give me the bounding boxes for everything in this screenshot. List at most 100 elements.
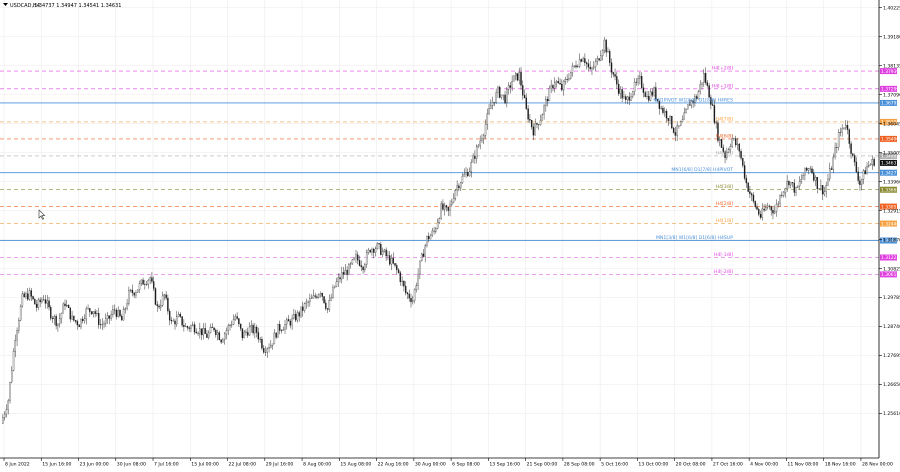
candle-body xyxy=(402,281,403,282)
level-label: MN1PIVOT W1[8/8] D1[8/8] H4RES xyxy=(653,97,733,103)
candle-body xyxy=(249,327,250,335)
candle-body xyxy=(520,72,521,85)
candle-body xyxy=(371,249,372,252)
chart-background xyxy=(0,0,900,468)
chart-svg[interactable]: H4[+2/8]1.37939H4[+1/8]1.37299MN1PIVOT W… xyxy=(0,0,900,468)
candle-body xyxy=(396,265,397,269)
candle-body xyxy=(107,316,108,319)
x-tick-label: 6 Sep 08:00 xyxy=(452,462,480,468)
candle-body xyxy=(182,316,183,325)
x-tick-label: 21 Sep 00:00 xyxy=(527,462,558,468)
y-tick-label: 1.27695 xyxy=(883,353,900,359)
candle-body xyxy=(795,187,796,192)
candle-body xyxy=(226,331,227,334)
candle-body xyxy=(765,207,766,210)
candle-body xyxy=(194,325,195,332)
candle-body xyxy=(783,192,784,195)
candle-body xyxy=(545,99,546,105)
candle-body xyxy=(393,258,394,263)
candle-body xyxy=(8,401,9,410)
candle-body xyxy=(701,83,702,85)
candle-body xyxy=(284,324,285,330)
candle-body xyxy=(343,272,344,274)
candle-body xyxy=(772,210,773,213)
candle-body xyxy=(267,349,268,352)
candle-body xyxy=(50,307,51,318)
candle-body xyxy=(531,120,532,127)
candle-body xyxy=(870,164,871,165)
candle-body xyxy=(590,67,591,69)
candle-body xyxy=(595,62,596,67)
candle-body xyxy=(219,333,220,340)
candle-body xyxy=(430,235,431,239)
candle-body xyxy=(542,115,543,121)
candle-body xyxy=(820,185,821,188)
candle-body xyxy=(435,228,436,231)
candle-body xyxy=(444,206,445,210)
x-tick-label: 22 Jul 08:00 xyxy=(229,462,257,468)
candle-body xyxy=(320,293,321,294)
candle-body xyxy=(118,310,119,316)
candle-body xyxy=(519,72,520,80)
candle-body xyxy=(318,295,319,298)
candle-body xyxy=(829,169,830,179)
candle-body xyxy=(568,79,569,80)
candle-body xyxy=(639,76,640,78)
candle-body xyxy=(528,109,529,120)
candle-body xyxy=(11,370,12,382)
candle-body xyxy=(306,302,307,304)
candle-body xyxy=(180,314,181,316)
candle-body xyxy=(808,169,809,171)
x-tick-label: 28 Sep 08:00 xyxy=(564,462,595,468)
candle-body xyxy=(33,296,34,299)
candle-body xyxy=(336,282,337,286)
price-tag-label: 1.37939 xyxy=(881,69,899,75)
candle-body xyxy=(160,305,161,307)
candle-body xyxy=(400,273,401,282)
candle-body xyxy=(799,181,800,186)
candle-body xyxy=(169,311,170,320)
x-tick-label: 15 Jun 16:00 xyxy=(42,462,71,468)
header-bar: USDCAD,H4 1.34737 1.34947 1.34541 1.3463… xyxy=(3,3,121,9)
x-tick-label: 23 Jun 00:00 xyxy=(80,462,109,468)
candle-body xyxy=(116,310,117,317)
x-tick-label: 4 Nov 00:00 xyxy=(750,462,778,468)
candle-body xyxy=(439,219,440,223)
candle-body xyxy=(242,329,243,338)
candle-body xyxy=(89,308,90,311)
candle-body xyxy=(325,303,326,309)
candle-body xyxy=(446,206,447,208)
candle-body xyxy=(666,111,667,118)
candle-body xyxy=(283,330,284,331)
candle-body xyxy=(457,186,458,190)
candle-body xyxy=(86,309,87,319)
candle-body xyxy=(119,310,120,316)
candle-body xyxy=(811,169,812,173)
x-tick-label: 11 Nov 08:00 xyxy=(787,462,818,468)
candle-body xyxy=(213,328,214,330)
candle-body xyxy=(866,166,867,174)
candle-body xyxy=(558,81,559,83)
candle-body xyxy=(15,340,16,351)
candle-body xyxy=(224,334,225,340)
candle-body xyxy=(121,316,122,320)
candle-body xyxy=(64,304,65,306)
level-label: H4[6/8] xyxy=(716,133,734,139)
x-tick-label: 5 Oct 16:00 xyxy=(601,462,628,468)
candle-body xyxy=(268,348,269,349)
candle-body xyxy=(845,125,846,128)
candle-body xyxy=(9,382,10,400)
candle-body xyxy=(31,290,32,296)
candle-body xyxy=(735,139,736,145)
candle-body xyxy=(347,270,348,275)
price-chart[interactable]: H4[+2/8]1.37939H4[+1/8]1.37299MN1PIVOT W… xyxy=(0,0,900,468)
candle-body xyxy=(206,334,207,338)
candle-body xyxy=(36,304,37,307)
candle-body xyxy=(863,171,864,180)
candle-body xyxy=(483,135,484,139)
candle-body xyxy=(618,84,619,93)
candle-body xyxy=(849,130,850,144)
candle-body xyxy=(833,157,834,170)
candle-body xyxy=(449,205,450,211)
candle-body xyxy=(339,278,340,279)
